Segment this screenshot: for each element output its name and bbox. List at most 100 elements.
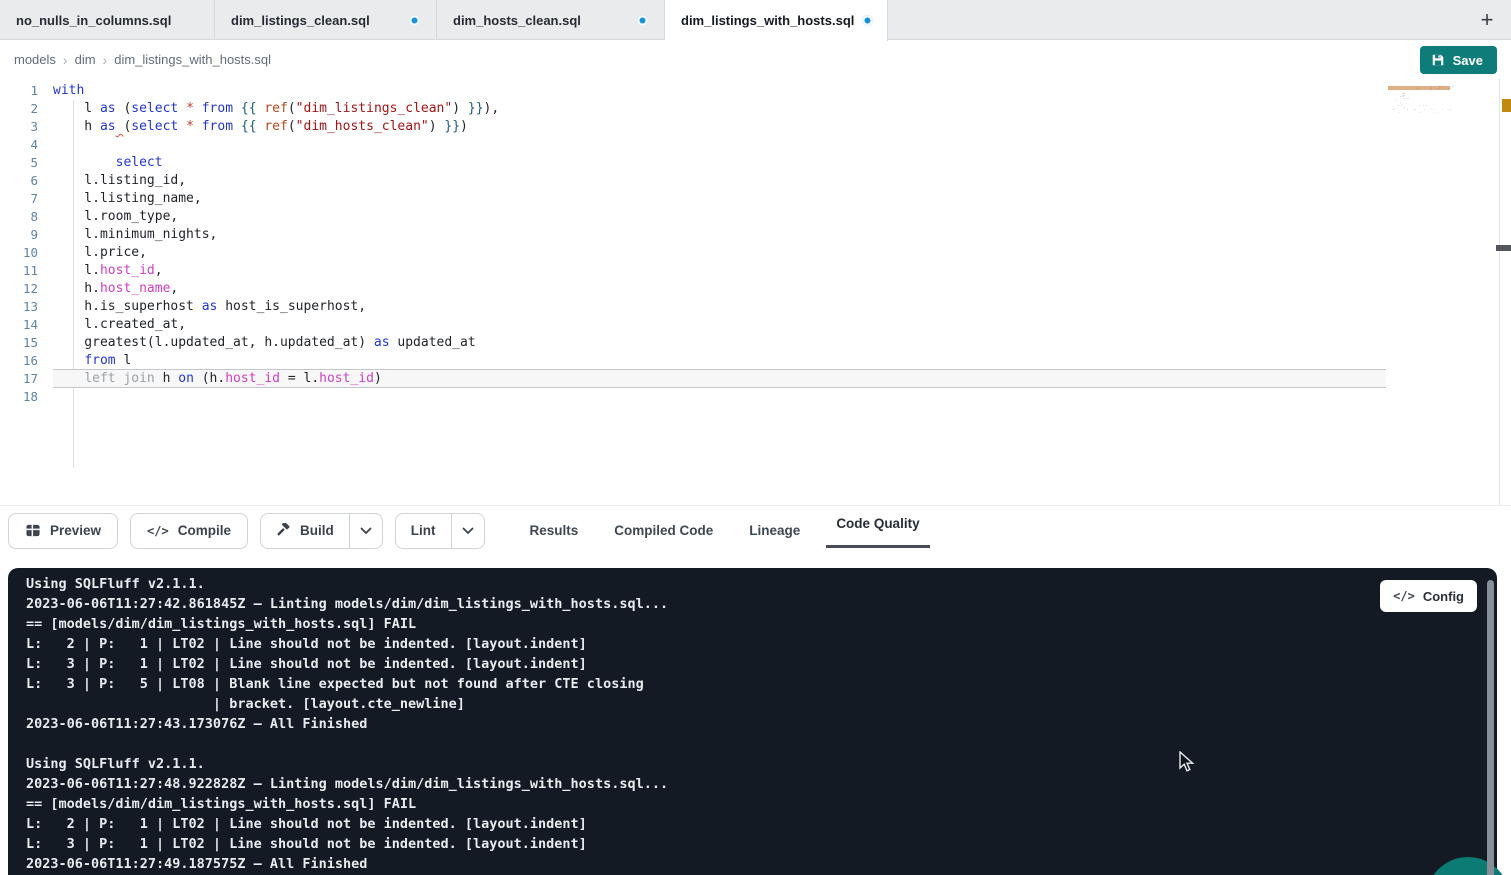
build-options-chevron[interactable] (349, 514, 382, 548)
code-lines[interactable]: with l as (select * from {{ ref("dim_lis… (53, 82, 1386, 406)
preview-grid-icon (25, 523, 41, 538)
line-number: 17 (0, 370, 38, 388)
code-line[interactable] (53, 388, 1386, 406)
terminal-log: Using SQLFluff v2.1.1.2023-06-06T11:27:4… (26, 574, 1377, 874)
terminal-line: L: 2 | P: 1 | LT02 | Line should not be … (26, 634, 1377, 654)
code-line[interactable]: select (53, 154, 1386, 172)
build-button-label: Build (300, 523, 334, 538)
code-line[interactable]: l.listing_name, (53, 190, 1386, 208)
lint-button-group: Lint (395, 513, 485, 549)
new-tab-button[interactable]: + (1473, 6, 1501, 34)
panel-tab-lineage[interactable]: Lineage (746, 523, 803, 538)
editor-action-toolbar: Preview </> Compile Build (0, 505, 1511, 555)
code-line[interactable]: l.host_id, (53, 262, 1386, 280)
line-number: 13 (0, 298, 38, 316)
editor-scroll-track (1499, 78, 1500, 505)
save-button[interactable]: Save (1420, 46, 1497, 74)
line-number: 15 (0, 334, 38, 352)
line-number: 16 (0, 352, 38, 370)
terminal-line: L: 2 | P: 1 | LT02 | Line should not be … (26, 814, 1377, 834)
breadcrumb: models › dim › dim_listings_with_hosts.sql (14, 52, 271, 68)
tab-dim_hosts_clean.sql[interactable]: dim_hosts_clean.sql (437, 0, 665, 40)
code-line[interactable]: l.listing_id, (53, 172, 1386, 190)
panel-tab-results[interactable]: Results (527, 523, 582, 538)
terminal-line: 2023-06-06T11:27:48.922828Z — Linting mo… (26, 774, 1377, 794)
code-line[interactable]: greatest(l.updated_at, h.updated_at) as … (53, 334, 1386, 352)
terminal-line: == [models/dim/dim_listings_with_hosts.s… (26, 614, 1377, 634)
breadcrumb-separator-icon: › (63, 52, 68, 68)
preview-button[interactable]: Preview (8, 513, 118, 549)
lint-button-label: Lint (411, 523, 436, 538)
sql-code-editor[interactable]: 123456789101112131415161718 with l as (s… (0, 78, 1511, 505)
hammer-icon (276, 523, 291, 538)
tab-dim_listings_clean.sql[interactable]: dim_listings_clean.sql (215, 0, 437, 40)
minimap-code[interactable]: with l as (select * from {{ ref("dim_lis… (1388, 84, 1454, 116)
code-line[interactable]: l.minimum_nights, (53, 226, 1386, 244)
terminal-line: Using SQLFluff v2.1.1. (26, 574, 1377, 594)
code-line[interactable] (53, 136, 1386, 154)
lint-button[interactable]: Lint (396, 514, 451, 548)
tab-bar-tabs: no_nulls_in_columns.sql dim_listings_clea… (0, 0, 888, 40)
line-number-gutter: 123456789101112131415161718 (0, 82, 38, 406)
terminal-line: Using SQLFluff v2.1.1. (26, 754, 1377, 774)
terminal-line: L: 3 | P: 1 | LT02 | Line should not be … (26, 654, 1377, 674)
code-line[interactable]: l as (select * from {{ ref("dim_listings… (53, 100, 1386, 118)
terminal-scrollbar[interactable] (1487, 580, 1494, 875)
compile-button[interactable]: </> Compile (130, 513, 248, 549)
line-number: 6 (0, 172, 38, 190)
line-number: 18 (0, 388, 38, 406)
code-line[interactable]: h.is_superhost as host_is_superhost, (53, 298, 1386, 316)
tab-dim_listings_with_hosts.sql[interactable]: dim_listings_with_hosts.sql (665, 0, 888, 41)
terminal-line: L: 3 | P: 1 | LT02 | Line should not be … (26, 834, 1377, 854)
terminal-line: 2023-06-06T11:27:43.173076Z — All Finish… (26, 714, 1377, 734)
code-line[interactable]: h.host_name, (53, 280, 1386, 298)
terminal-line: 2023-06-06T11:27:49.187575Z — All Finish… (26, 854, 1377, 874)
config-button-label: Config (1423, 589, 1464, 604)
tab-label: dim_listings_with_hosts.sql (681, 13, 854, 28)
file-tab-bar: no_nulls_in_columns.sql dim_listings_clea… (0, 0, 1511, 40)
terminal-line: 2023-06-06T11:27:42.861845Z — Linting mo… (26, 594, 1377, 614)
line-number: 11 (0, 262, 38, 280)
code-line[interactable]: with (53, 82, 1386, 100)
tab-no_nulls_in_columns.sql[interactable]: no_nulls_in_columns.sql (0, 0, 215, 40)
breadcrumb-item[interactable]: dim_listings_with_hosts.sql (114, 52, 271, 67)
build-button[interactable]: Build (261, 514, 349, 548)
code-line[interactable]: l.created_at, (53, 316, 1386, 334)
terminal-line: == [models/dim/dim_listings_with_hosts.s… (26, 794, 1377, 814)
tab-label: dim_listings_clean.sql (231, 13, 370, 28)
modified-dot-icon (637, 15, 648, 26)
lint-options-chevron[interactable] (451, 514, 484, 548)
modified-dot-icon (862, 15, 873, 26)
code-brackets-icon: </> (147, 524, 169, 538)
code-line[interactable]: l.room_type, (53, 208, 1386, 226)
modified-dot-icon (409, 15, 420, 26)
panel-tab-code-quality[interactable]: Code Quality (833, 516, 922, 531)
line-number: 7 (0, 190, 38, 208)
minimap-line (1388, 114, 1454, 116)
line-number: 9 (0, 226, 38, 244)
line-number: 5 (0, 154, 38, 172)
mouse-cursor (1178, 751, 1196, 778)
breadcrumb-item[interactable]: models (14, 52, 56, 67)
line-number: 4 (0, 136, 38, 154)
terminal-line: L: 3 | P: 5 | LT08 | Blank line expected… (26, 674, 1377, 694)
line-number: 12 (0, 280, 38, 298)
code-line[interactable]: l.price, (53, 244, 1386, 262)
code-line[interactable]: left join h on (h.host_id = l.host_id) (53, 369, 1386, 388)
tab-label: no_nulls_in_columns.sql (16, 13, 171, 28)
line-number: 8 (0, 208, 38, 226)
code-line[interactable]: from l (53, 352, 1386, 370)
panel-tab-compiled-code[interactable]: Compiled Code (611, 523, 716, 538)
code-line[interactable]: h as (select * from {{ ref("dim_hosts_cl… (53, 118, 1386, 136)
breadcrumb-item[interactable]: dim (75, 52, 96, 67)
compile-button-label: Compile (178, 523, 231, 538)
breadcrumb-separator-icon: › (103, 52, 108, 68)
build-button-group: Build (260, 513, 383, 549)
lint-output-terminal: Using SQLFluff v2.1.1.2023-06-06T11:27:4… (8, 568, 1497, 875)
preview-button-label: Preview (50, 523, 101, 538)
tab-label: dim_hosts_clean.sql (453, 13, 581, 28)
save-button-label: Save (1453, 53, 1483, 68)
code-brackets-icon: </> (1393, 589, 1415, 603)
config-button[interactable]: </> Config (1380, 580, 1477, 612)
dbt-ide-window: no_nulls_in_columns.sql dim_listings_clea… (0, 0, 1511, 875)
